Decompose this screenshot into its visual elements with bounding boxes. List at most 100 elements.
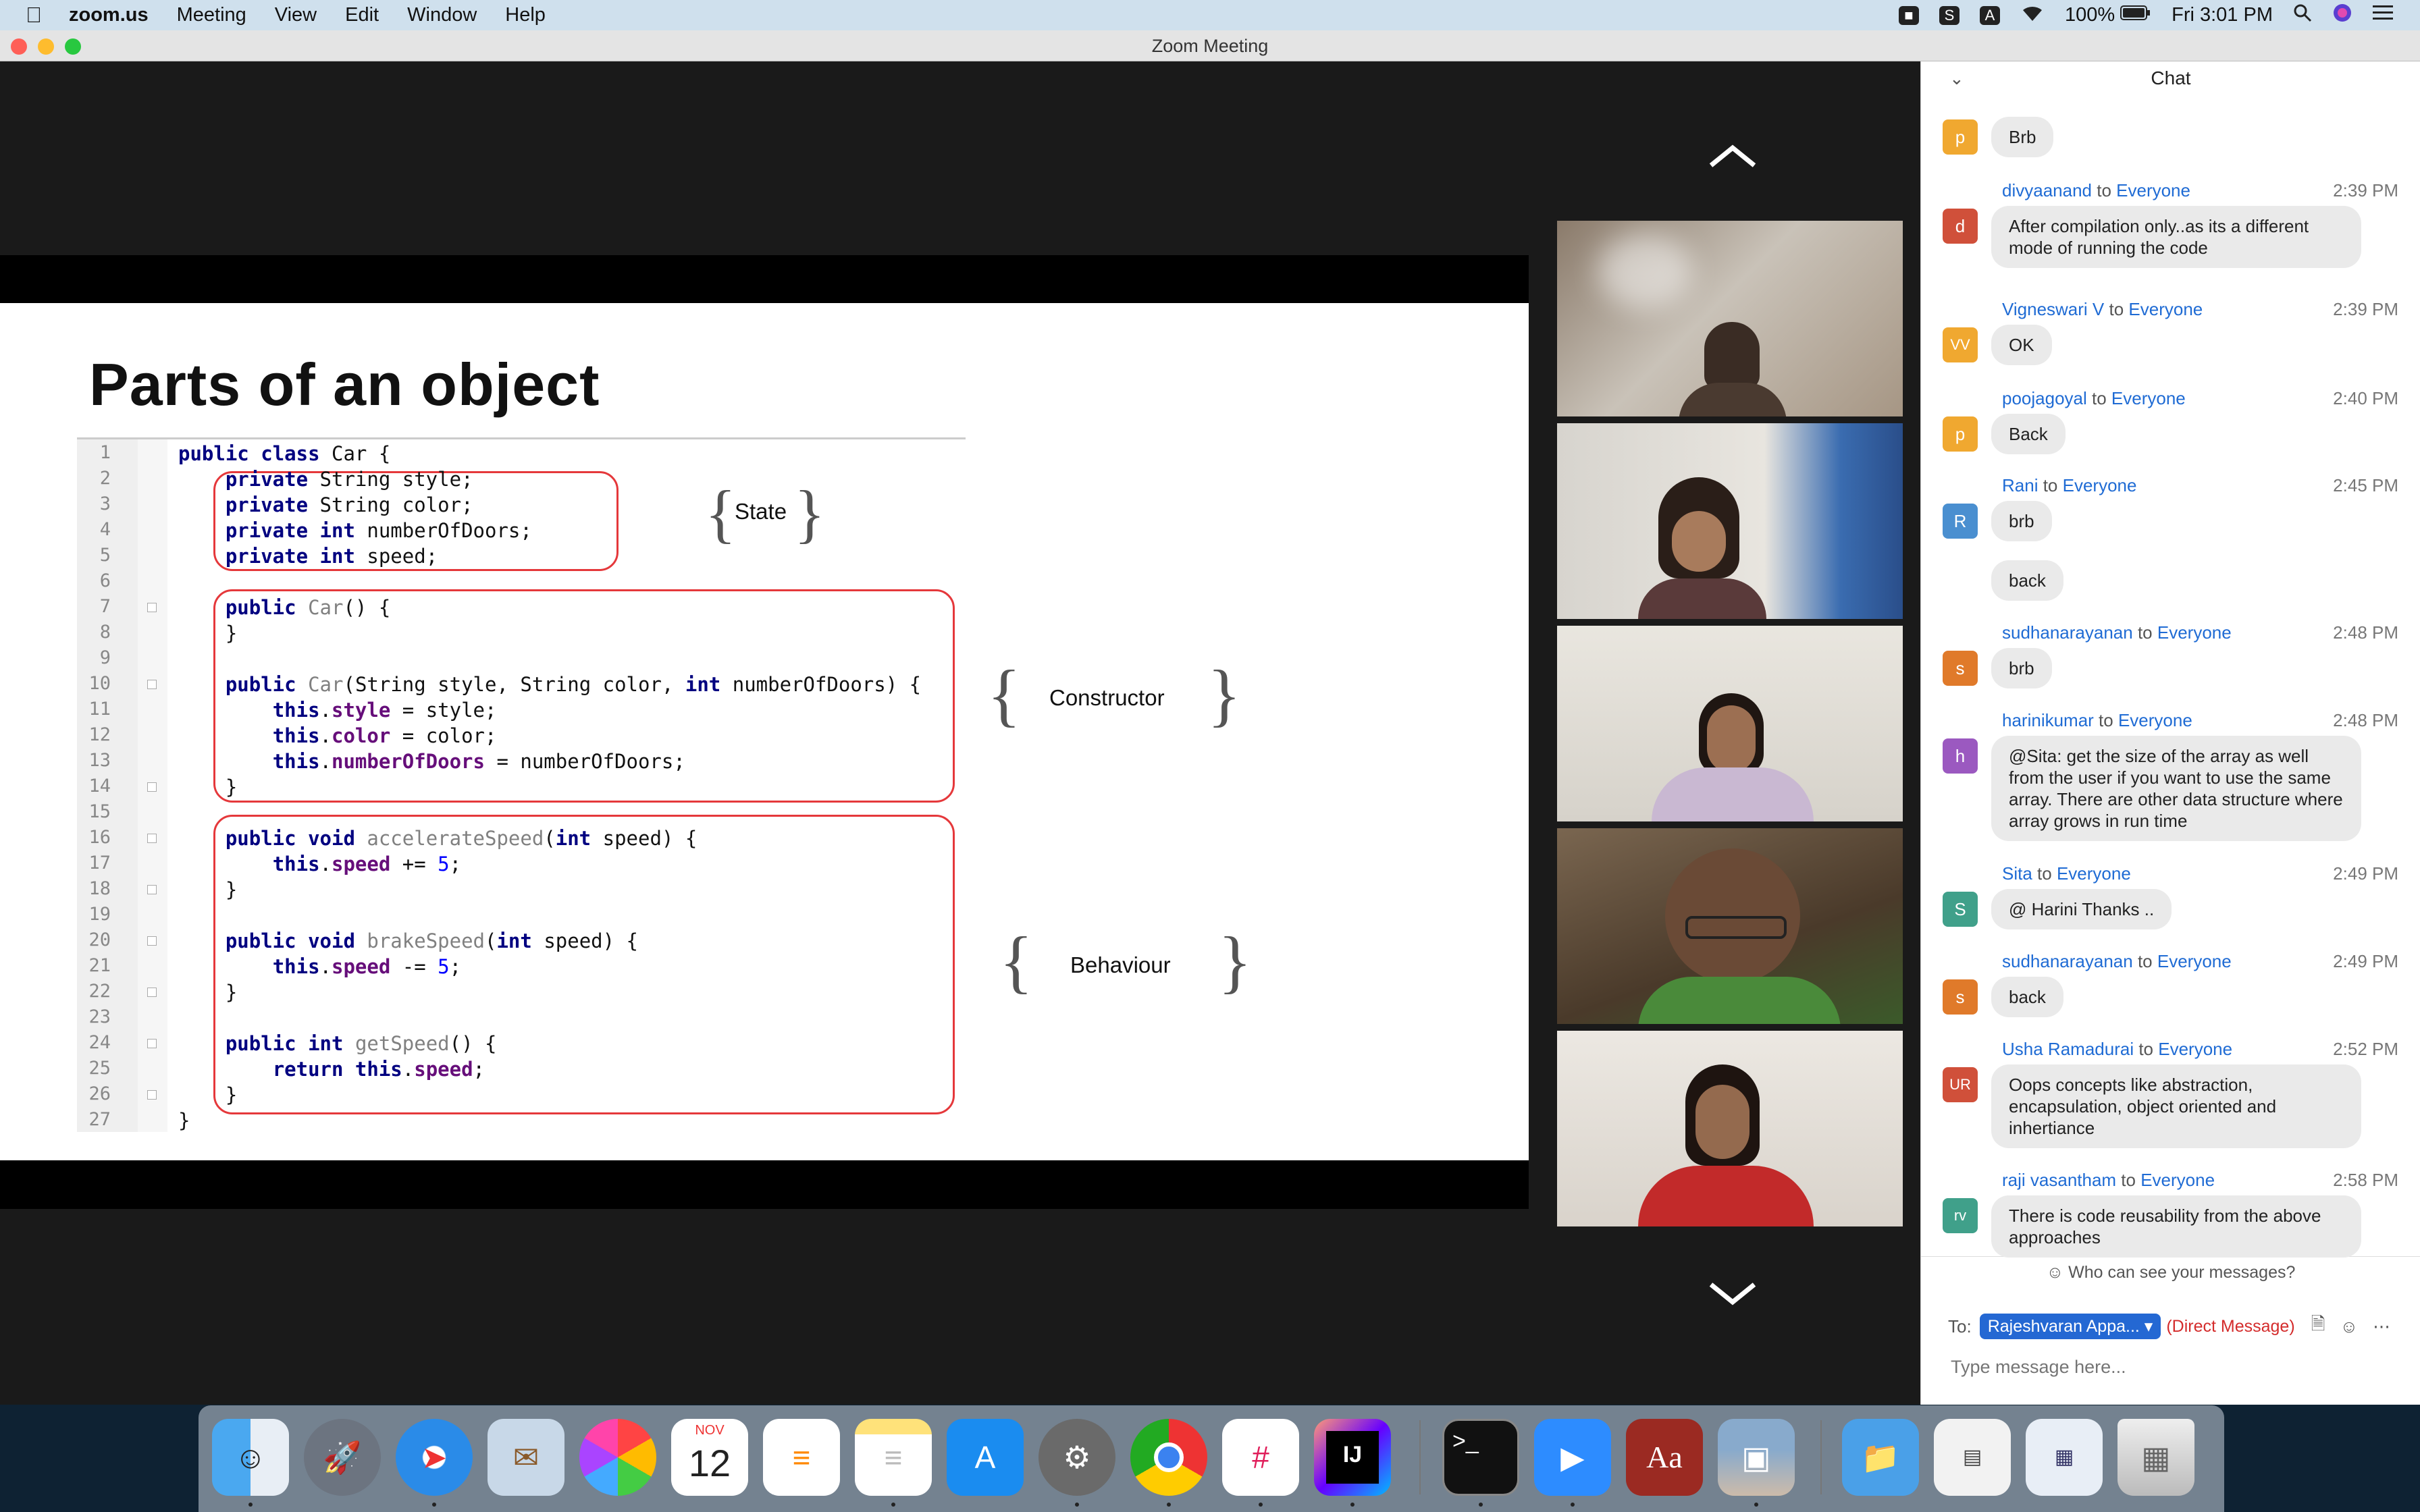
downloads-folder-icon[interactable]: 📁 xyxy=(1842,1419,1919,1496)
menu-view[interactable]: View xyxy=(275,4,317,26)
message-sender-line: poojagoyal to Everyone xyxy=(2002,388,2186,409)
chat-collapse-chevron-icon[interactable]: ⌄ xyxy=(1949,61,1964,95)
recipient-name[interactable]: Everyone xyxy=(2111,388,2186,408)
calendar-day: 12 xyxy=(688,1442,731,1484)
photos-icon[interactable] xyxy=(579,1419,656,1496)
code-line: public Car() { xyxy=(225,596,391,619)
recipient-name[interactable]: Everyone xyxy=(2158,1039,2232,1059)
participant-video-4[interactable] xyxy=(1557,828,1903,1024)
to-word: to xyxy=(2116,1170,2141,1190)
battery-icon[interactable] xyxy=(2120,4,2151,26)
finder-icon[interactable]: ☺ xyxy=(212,1419,289,1496)
recipient-name[interactable]: Everyone xyxy=(2157,951,2232,971)
finder-running-dot xyxy=(248,1503,253,1507)
avatar: R xyxy=(1943,504,1978,539)
menu-app-name[interactable]: zoom.us xyxy=(69,4,149,26)
constructor-label: Constructor xyxy=(1049,685,1165,710)
menu-window[interactable]: Window xyxy=(407,4,477,26)
safari-icon[interactable]: ➤ xyxy=(396,1419,473,1496)
fold-marker-icon[interactable] xyxy=(147,680,157,689)
zoom-status-icon[interactable]: ■ xyxy=(1898,5,1919,25)
code-line: } xyxy=(178,776,238,799)
participant-video-1[interactable] xyxy=(1557,221,1903,416)
app-store-icon[interactable]: A xyxy=(947,1419,1024,1496)
notes-icon[interactable]: ≡ xyxy=(855,1419,932,1496)
close-window-button[interactable] xyxy=(11,38,27,55)
emoji-icon[interactable]: ☺ xyxy=(2340,1316,2359,1337)
participant-video-2[interactable] xyxy=(1557,423,1903,619)
zoom-window-button[interactable] xyxy=(65,38,81,55)
privacy-note[interactable]: ☺ Who can see your messages? xyxy=(1921,1263,2420,1282)
code-line: this.speed += 5; xyxy=(272,853,462,875)
screenshot-stack-icon[interactable]: ▦ xyxy=(2026,1419,2103,1496)
calendar-icon[interactable]: NOV 12 xyxy=(671,1419,748,1496)
participant-video-5[interactable] xyxy=(1557,1031,1903,1226)
minimize-window-button[interactable] xyxy=(38,38,54,55)
trash-icon[interactable]: ▦ xyxy=(2118,1419,2194,1496)
menu-help[interactable]: Help xyxy=(505,4,546,26)
scroll-up-videos-icon[interactable] xyxy=(1707,142,1758,176)
sender-name[interactable]: sudhanarayanan xyxy=(2002,622,2133,643)
s-status-icon[interactable]: S xyxy=(1939,5,1959,25)
sender-name[interactable]: Sita xyxy=(2002,863,2032,884)
code-line: return this.speed; xyxy=(272,1058,485,1081)
recipient-dropdown[interactable]: Rajeshvaran Appa... ▾ xyxy=(1979,1314,2161,1339)
fold-marker-icon[interactable] xyxy=(147,988,157,997)
menu-edit[interactable]: Edit xyxy=(345,4,379,26)
participant-video-3[interactable] xyxy=(1557,626,1903,821)
recipient-name[interactable]: Everyone xyxy=(2118,710,2192,730)
sender-name[interactable]: raji vasantham xyxy=(2002,1170,2116,1190)
fold-marker-icon[interactable] xyxy=(147,603,157,612)
reminders-icon[interactable]: ≡ xyxy=(763,1419,840,1496)
message-bubble: back xyxy=(1991,977,2063,1017)
siri-icon[interactable] xyxy=(2332,3,2352,28)
notification-center-icon[interactable] xyxy=(2373,4,2393,27)
terminal-icon[interactable]: >_ xyxy=(1442,1419,1519,1496)
fold-marker-icon[interactable] xyxy=(147,1039,157,1048)
zoom-app-icon[interactable]: ▶ xyxy=(1534,1419,1611,1496)
system-preferences-icon[interactable]: ⚙ xyxy=(1038,1419,1115,1496)
chrome-icon[interactable] xyxy=(1130,1419,1207,1496)
safari-running-dot xyxy=(432,1503,436,1507)
wifi-icon[interactable] xyxy=(2020,3,2045,28)
privacy-note-text[interactable]: Who can see your messages? xyxy=(2068,1263,2295,1282)
recipient-name[interactable]: Everyone xyxy=(2140,1170,2215,1190)
chat-panel: ⌄ Chat ☺ Who can see your messages? To: … xyxy=(1920,61,2420,1405)
slack-icon[interactable]: # xyxy=(1222,1419,1299,1496)
recipient-name[interactable]: Everyone xyxy=(2063,475,2137,495)
sender-name[interactable]: divyaanand xyxy=(2002,180,2092,200)
sender-name[interactable]: harinikumar xyxy=(2002,710,2094,730)
recipient-name[interactable]: Everyone xyxy=(2128,299,2203,319)
fold-marker-icon[interactable] xyxy=(147,782,157,792)
preview-icon[interactable]: ▣ xyxy=(1718,1419,1795,1496)
input-source-icon[interactable]: A xyxy=(1979,5,2000,25)
menu-meeting[interactable]: Meeting xyxy=(177,4,246,26)
spotlight-search-icon[interactable] xyxy=(2293,3,2312,28)
fold-marker-icon[interactable] xyxy=(147,1090,157,1100)
intellij-icon[interactable]: IJ xyxy=(1314,1419,1391,1496)
apple-menu-icon[interactable]:  xyxy=(26,3,42,28)
fold-marker-icon[interactable] xyxy=(147,885,157,894)
recipient-name[interactable]: Everyone xyxy=(2116,180,2190,200)
fold-marker-icon[interactable] xyxy=(147,936,157,946)
line-number: 14 xyxy=(88,776,111,796)
message-input[interactable] xyxy=(1951,1352,2396,1382)
launchpad-icon[interactable]: 🚀 xyxy=(304,1419,381,1496)
sender-name[interactable]: sudhanarayanan xyxy=(2002,951,2133,971)
recipient-name[interactable]: Everyone xyxy=(2157,622,2232,643)
dictionary-icon[interactable]: Aa xyxy=(1626,1419,1703,1496)
fold-marker-icon[interactable] xyxy=(147,834,157,843)
mail-stamp-icon[interactable]: ✉ xyxy=(488,1419,564,1496)
sender-name[interactable]: Vigneswari V xyxy=(2002,299,2104,319)
file-icon[interactable]: 🗎 xyxy=(2311,1312,2325,1341)
recipient-name[interactable]: Everyone xyxy=(2057,863,2131,884)
code-line: } xyxy=(178,622,238,645)
scroll-down-videos-icon[interactable] xyxy=(1707,1280,1758,1314)
document-stack-icon[interactable]: ▤ xyxy=(1934,1419,2011,1496)
sender-name[interactable]: poojagoyal xyxy=(2002,388,2087,408)
sender-name[interactable]: Rani xyxy=(2002,475,2038,495)
more-options-icon[interactable]: ⋯ xyxy=(2373,1316,2390,1337)
clock[interactable]: Fri 3:01 PM xyxy=(2172,4,2273,26)
code-line: private String color; xyxy=(225,493,473,516)
sender-name[interactable]: Usha Ramadurai xyxy=(2002,1039,2134,1059)
